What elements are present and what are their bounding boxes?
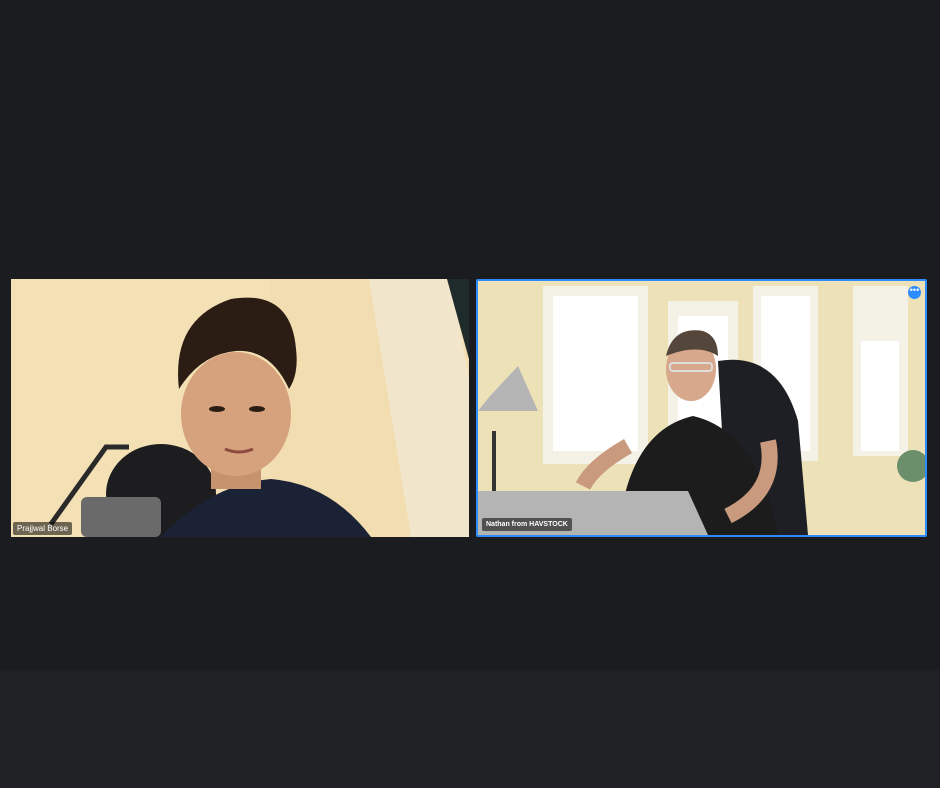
participant-video-feed [11,279,469,537]
meeting-window: Prajjwal Borse ••• Nathan from HAVSTOCK [0,0,940,788]
participant-name-label: Nathan from HAVSTOCK [482,518,572,531]
ellipsis-icon[interactable]: ••• [908,286,921,299]
toolbar-area [0,670,940,788]
participant-video-tile-active[interactable]: ••• Nathan from HAVSTOCK [476,279,927,537]
participant-name-label: Prajjwal Borse [13,522,73,535]
participant-video-feed [478,281,925,535]
participant-video-tile[interactable]: Prajjwal Borse [11,279,469,537]
